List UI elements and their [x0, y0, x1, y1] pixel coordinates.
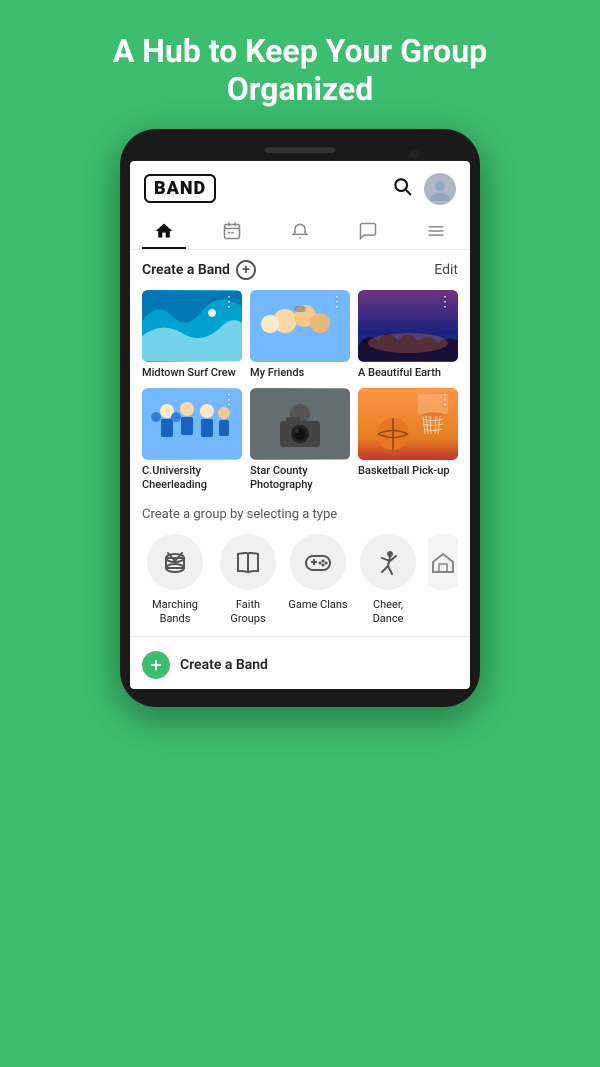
nav-bell[interactable]: [278, 215, 322, 249]
faith-groups-icon: [220, 534, 276, 590]
band-more-earth[interactable]: ⋮: [438, 294, 452, 310]
create-footer[interactable]: + Create a Band: [130, 636, 470, 689]
group-type-game[interactable]: Game Clans: [288, 534, 348, 627]
band-more-friends[interactable]: ⋮: [330, 294, 344, 310]
school-icon: [428, 534, 458, 590]
phone-frame: BAND: [120, 129, 480, 707]
group-type-faith[interactable]: Faith Groups: [218, 534, 278, 627]
group-type-label: Create a group by selecting a type: [142, 507, 458, 522]
band-name-surf: Midtown Surf Crew: [142, 366, 242, 380]
band-thumb-cheer: ⋮: [142, 388, 242, 460]
band-thumb-earth: ⋮: [358, 290, 458, 362]
band-more-cheer[interactable]: ⋮: [222, 392, 236, 408]
header-icons: [392, 173, 456, 205]
headline: A Hub to Keep Your Group Organized: [0, 0, 600, 129]
band-more-basket[interactable]: ⋮: [438, 392, 452, 408]
phone-screen: BAND: [130, 161, 470, 689]
nav-home[interactable]: [142, 215, 186, 249]
nav-chat[interactable]: [346, 215, 390, 249]
band-thumb-photo: [250, 388, 350, 460]
band-thumb-friends: ⋮: [250, 290, 350, 362]
band-thumb-surf: ⋮: [142, 290, 242, 362]
group-type-marching[interactable]: Marching Bands: [142, 534, 208, 627]
band-logo: BAND: [144, 174, 216, 203]
game-clans-label: Game Clans: [288, 598, 347, 612]
marching-bands-label: Marching Bands: [142, 598, 208, 627]
headline-line2: Organized: [227, 70, 374, 108]
nav-bar: [130, 211, 470, 250]
avatar[interactable]: [424, 173, 456, 205]
main-content: Create a Band + Edit ⋮: [130, 250, 470, 636]
band-card-photo[interactable]: Star County Photography: [250, 388, 350, 493]
band-card-cheer[interactable]: ⋮ C.University Cheerleading: [142, 388, 242, 493]
group-types-list: Marching Bands Faith Groups: [142, 534, 458, 627]
cheer-dance-icon: [360, 534, 416, 590]
cheer-dance-label: Cheer, Dance: [358, 598, 418, 627]
nav-menu[interactable]: [414, 215, 458, 249]
group-type-cheer[interactable]: Cheer, Dance: [358, 534, 418, 627]
band-thumb-basket: ⋮: [358, 388, 458, 460]
band-name-cheer: C.University Cheerleading: [142, 464, 242, 493]
band-name-friends: My Friends: [250, 366, 350, 380]
band-name-photo: Star County Photography: [250, 464, 350, 493]
faith-groups-label: Faith Groups: [218, 598, 278, 627]
band-card-surf[interactable]: ⋮ Midtown Surf Crew: [142, 290, 242, 380]
headline-line1: A Hub to Keep Your Group: [113, 32, 487, 70]
band-more-surf[interactable]: ⋮: [222, 294, 236, 310]
phone-speaker: [265, 147, 335, 153]
create-band-text: Create a Band: [142, 262, 230, 278]
band-card-basket[interactable]: ⋮ Basketball Pick-up: [358, 388, 458, 493]
band-card-friends[interactable]: ⋮ My Friends: [250, 290, 350, 380]
phone-camera: [410, 149, 420, 159]
band-card-earth[interactable]: ⋮ A Beautiful Earth: [358, 290, 458, 380]
app-header: BAND: [130, 161, 470, 211]
group-type-school[interactable]: [428, 534, 458, 627]
create-band-plus[interactable]: +: [236, 260, 256, 280]
marching-bands-icon: [147, 534, 203, 590]
bands-section-header: Create a Band + Edit: [142, 260, 458, 280]
band-name-basket: Basketball Pick-up: [358, 464, 458, 478]
bands-grid: ⋮ Midtown Surf Crew: [142, 290, 458, 493]
edit-button[interactable]: Edit: [434, 262, 458, 278]
create-footer-plus[interactable]: +: [142, 651, 170, 679]
band-name-earth: A Beautiful Earth: [358, 366, 458, 380]
create-band-label[interactable]: Create a Band +: [142, 260, 256, 280]
search-icon[interactable]: [392, 176, 412, 201]
create-footer-label: Create a Band: [180, 657, 268, 673]
game-clans-icon: [290, 534, 346, 590]
nav-calendar[interactable]: [210, 215, 254, 249]
